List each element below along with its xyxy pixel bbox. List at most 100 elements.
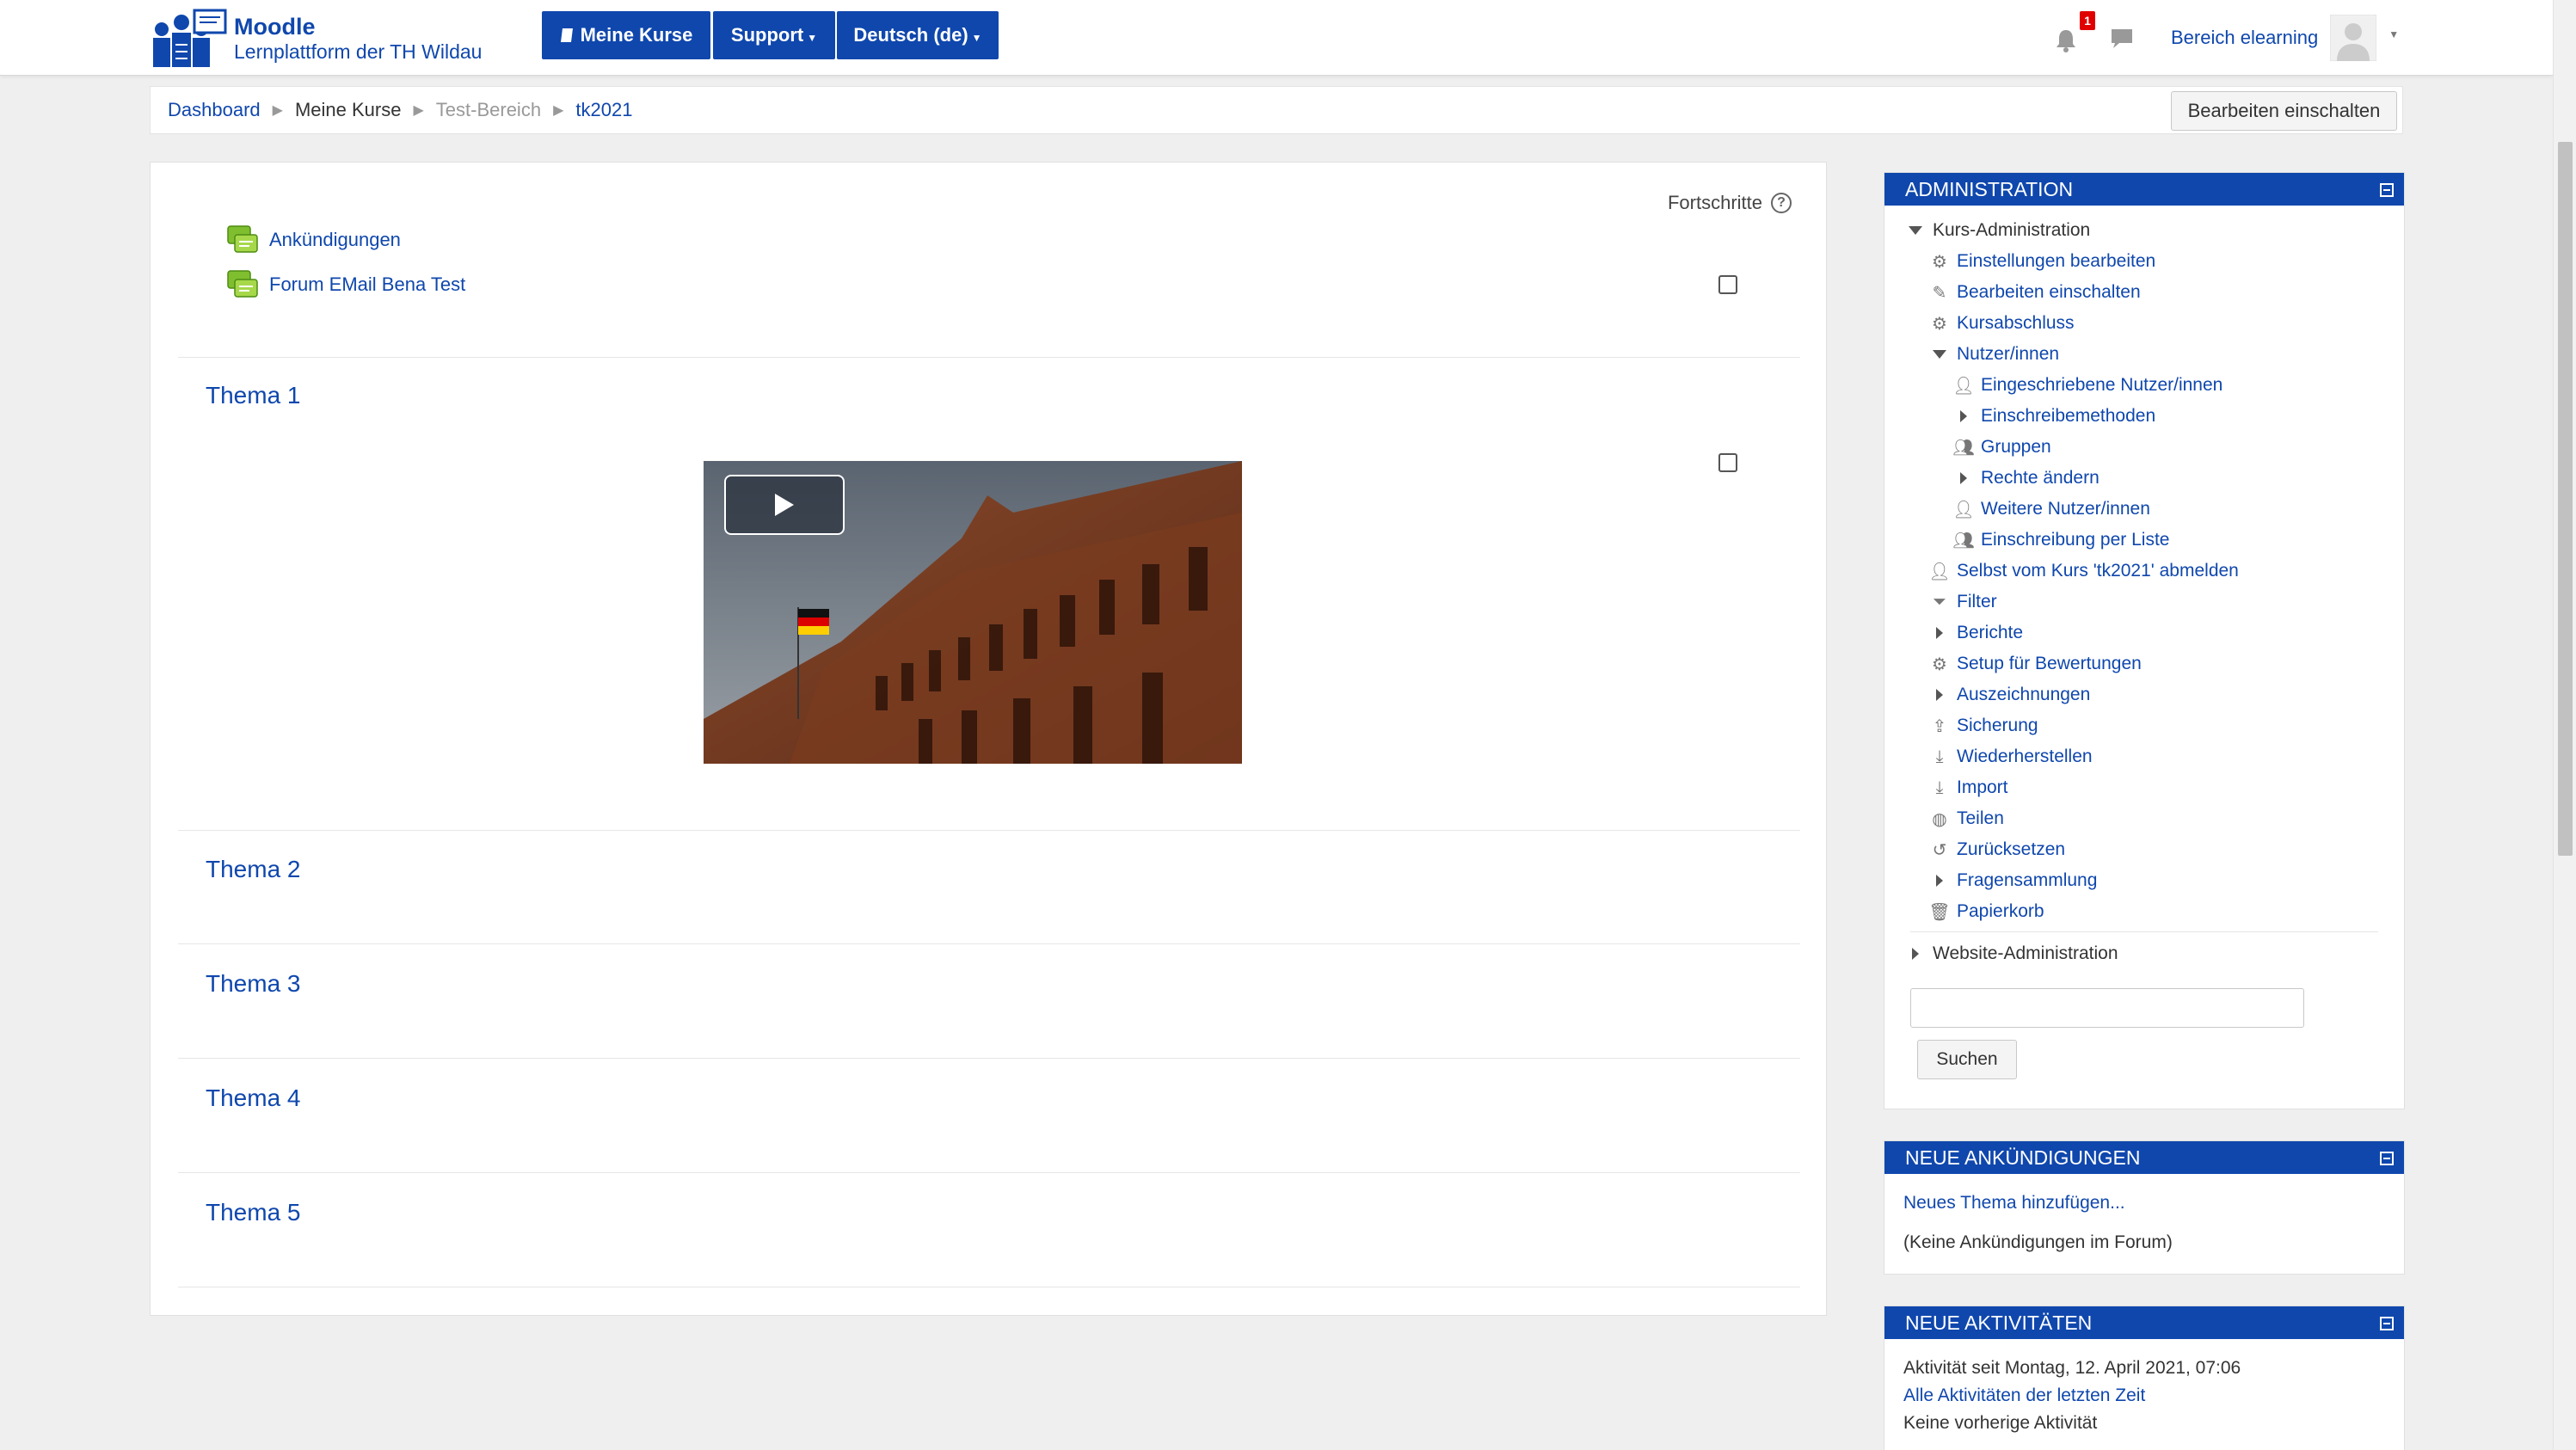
- collapsed-arrow-icon: [1927, 869, 1952, 893]
- globe-icon: ◍: [1932, 809, 1947, 829]
- tree-other-users-label: Weitere Nutzer/innen: [1981, 499, 2150, 519]
- tree-question-bank-label: Fragensammlung: [1957, 870, 2098, 890]
- tree-unenrol-label: Selbst vom Kurs 'tk2021' abmelden: [1957, 561, 2239, 581]
- tree-restore[interactable]: ⤓ Wiederherstellen: [1927, 744, 2093, 770]
- recent-activity-block: NEUE AKTIVITÄTEN Aktivität seit Montag, …: [1884, 1306, 2405, 1450]
- my-courses-label: Meine Kurse: [580, 24, 693, 46]
- completion-checkbox[interactable]: [1718, 275, 1737, 294]
- all-activity-link[interactable]: Alle Aktivitäten der letzten Zeit: [1903, 1385, 2145, 1406]
- site-brand[interactable]: Moodle Lernplattform der TH Wildau: [151, 7, 482, 71]
- download-icon: ⤓: [1935, 747, 1944, 766]
- admin-search-button[interactable]: Suchen: [1917, 1040, 2017, 1079]
- breadcrumb-category[interactable]: Test-Bereich: [436, 99, 541, 121]
- tree-enrol-list[interactable]: 👥︎ Einschreibung per Liste: [1952, 527, 2169, 553]
- breadcrumb: Dashboard ▶ Meine Kurse ▶ Test-Bereich ▶…: [168, 87, 632, 133]
- breadcrumb-bar: Dashboard ▶ Meine Kurse ▶ Test-Bereich ▶…: [150, 86, 2403, 134]
- tree-enrolled[interactable]: 👤︎ Eingeschriebene Nutzer/innen: [1952, 372, 2222, 398]
- tree-backup[interactable]: ⇪ Sicherung: [1927, 713, 2038, 739]
- tree-reports[interactable]: Berichte: [1927, 620, 2023, 646]
- activity-forum-label: Forum EMail Bena Test: [269, 273, 466, 295]
- topic-5-title[interactable]: Thema 5: [206, 1199, 301, 1226]
- video-player[interactable]: [704, 461, 1242, 764]
- support-menu-button[interactable]: Support ▼: [713, 11, 835, 59]
- collapse-icon[interactable]: [2380, 1317, 2394, 1330]
- language-menu-button[interactable]: Deutsch (de) ▼: [837, 11, 999, 59]
- upload-icon: ⇪: [1932, 716, 1947, 736]
- brand-subtitle: Lernplattform der TH Wildau: [234, 40, 483, 64]
- section-divider: [178, 357, 1800, 358]
- help-icon[interactable]: ?: [1771, 193, 1792, 213]
- tree-enrol-methods[interactable]: Einschreibemethoden: [1952, 403, 2155, 429]
- news-block-title: NEUE ANKÜNDIGUNGEN: [1905, 1146, 2141, 1169]
- tree-edit-on[interactable]: ✎ Bearbeiten einschalten: [1927, 280, 2141, 305]
- tree-users[interactable]: Nutzer/innen: [1927, 341, 2059, 367]
- tree-import[interactable]: ⤓ Import: [1927, 775, 2008, 801]
- play-button[interactable]: [724, 475, 845, 535]
- forum-icon: [227, 270, 258, 298]
- collapsed-arrow-icon: [1952, 404, 1976, 428]
- tree-question-bank[interactable]: Fragensammlung: [1927, 868, 2097, 894]
- turn-editing-on-button[interactable]: Bearbeiten einschalten: [2171, 91, 2397, 131]
- my-courses-button[interactable]: Meine Kurse: [542, 11, 710, 59]
- tree-reset-label: Zurücksetzen: [1957, 839, 2066, 859]
- tree-badges-label: Auszeichnungen: [1957, 685, 2091, 704]
- collapse-icon[interactable]: [2380, 183, 2394, 197]
- tree-recycle-bin[interactable]: 🗑︎ Papierkorb: [1927, 899, 2044, 925]
- tree-permissions[interactable]: Rechte ändern: [1952, 465, 2100, 491]
- tree-completion[interactable]: ⚙ Kursabschluss: [1927, 310, 2075, 336]
- tree-site-admin[interactable]: Website-Administration: [1903, 941, 2118, 967]
- tree-settings-label: Einstellungen bearbeiten: [1957, 251, 2156, 271]
- breadcrumb-separator-icon: ▶: [553, 103, 564, 118]
- caret-down-icon: ▼: [971, 32, 982, 44]
- topic-3-title[interactable]: Thema 3: [206, 970, 301, 998]
- activity-since-text: Aktivität seit Montag, 12. April 2021, 0…: [1903, 1358, 2241, 1378]
- news-block-header: NEUE ANKÜNDIGUNGEN: [1884, 1141, 2404, 1174]
- activity-announcements[interactable]: Ankündigungen: [226, 224, 401, 255]
- messages-toggle[interactable]: [2109, 0, 2135, 76]
- topic-1-title[interactable]: Thema 1: [206, 382, 301, 409]
- breadcrumb-course[interactable]: tk2021: [575, 99, 632, 121]
- tree-other-users[interactable]: 👤︎ Weitere Nutzer/innen: [1952, 496, 2150, 522]
- breadcrumb-dashboard[interactable]: Dashboard: [168, 99, 261, 121]
- tree-recycle-bin-label: Papierkorb: [1957, 901, 2044, 921]
- tree-course-admin[interactable]: Kurs-Administration: [1903, 218, 2090, 243]
- section-divider: [178, 1172, 1800, 1173]
- reset-icon: ↺: [1932, 840, 1947, 860]
- tree-filter-label: Filter: [1957, 592, 1997, 611]
- collapse-icon[interactable]: [2380, 1152, 2394, 1165]
- add-topic-link[interactable]: Neues Thema hinzufügen...: [1903, 1193, 2125, 1213]
- admin-search-input[interactable]: [1910, 988, 2304, 1028]
- notifications-toggle[interactable]: [2054, 0, 2078, 76]
- expanded-arrow-icon: [1927, 342, 1952, 366]
- activity-forum[interactable]: Forum EMail Bena Test: [226, 269, 465, 300]
- tree-permissions-label: Rechte ändern: [1981, 468, 2100, 488]
- tree-unenrol[interactable]: 👤︎ Selbst vom Kurs 'tk2021' abmelden: [1927, 558, 2239, 584]
- user-menu[interactable]: Bereich elearning ▼: [2171, 0, 2399, 76]
- tree-groups[interactable]: 👥︎ Gruppen: [1952, 434, 2050, 460]
- support-label: Support: [730, 24, 804, 46]
- scrollbar-thumb[interactable]: [2558, 142, 2573, 856]
- caret-down-icon: ▼: [2388, 28, 2400, 40]
- page-scrollbar[interactable]: [2553, 0, 2576, 1450]
- completion-checkbox[interactable]: [1718, 453, 1737, 472]
- tree-completion-label: Kursabschluss: [1957, 313, 2075, 333]
- topic-2-title[interactable]: Thema 2: [206, 856, 301, 883]
- section-divider: [178, 1058, 1800, 1059]
- tree-import-label: Import: [1957, 777, 2008, 797]
- tree-users-label: Nutzer/innen: [1957, 344, 2060, 364]
- chat-bubble-icon: [2112, 29, 2132, 48]
- tree-gradebook[interactable]: ⚙ Setup für Bewertungen: [1927, 651, 2142, 677]
- collapsed-arrow-icon: [1903, 942, 1927, 966]
- tree-filter[interactable]: ⏷ Filter: [1927, 589, 1997, 615]
- tree-badges[interactable]: Auszeichnungen: [1927, 682, 2090, 708]
- users-icon: 👥︎: [1952, 438, 1975, 458]
- moodle-logo-icon: [153, 9, 227, 67]
- tree-enrol-methods-label: Einschreibemethoden: [1981, 406, 2156, 426]
- tree-enrolled-label: Eingeschriebene Nutzer/innen: [1981, 375, 2223, 395]
- topic-4-title[interactable]: Thema 4: [206, 1084, 301, 1112]
- tree-settings[interactable]: ⚙ Einstellungen bearbeiten: [1927, 249, 2155, 274]
- tree-share[interactable]: ◍ Teilen: [1927, 806, 2004, 832]
- tree-reset[interactable]: ↺ Zurücksetzen: [1927, 837, 2065, 863]
- user-icon: 👤︎: [1952, 376, 1975, 396]
- recent-activity-block-header: NEUE AKTIVITÄTEN: [1884, 1306, 2404, 1339]
